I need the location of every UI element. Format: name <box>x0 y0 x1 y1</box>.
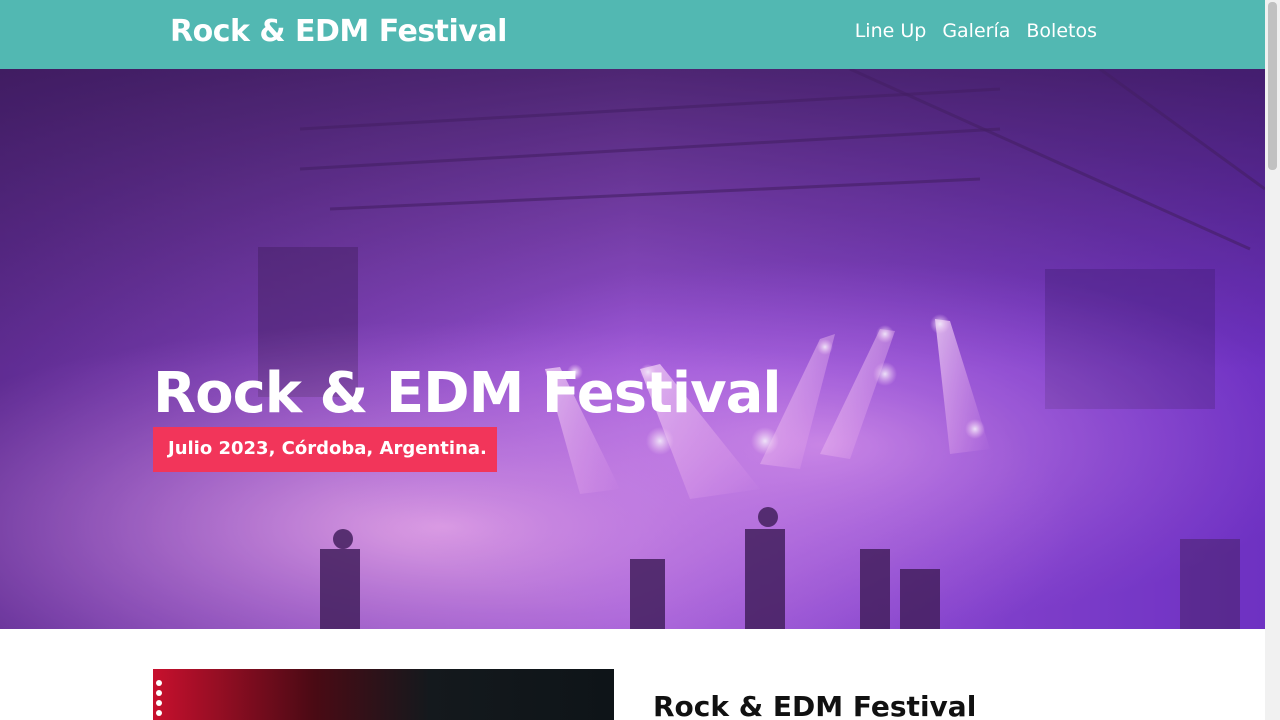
concert-photo <box>156 680 162 716</box>
hero-section: Rock & EDM Festival Julio 2023, Córdoba,… <box>0 69 1265 629</box>
hero-background-image <box>0 69 1265 629</box>
site-logo[interactable]: Rock & EDM Festival <box>170 14 507 49</box>
scrollbar-thumb[interactable] <box>1268 2 1277 170</box>
page-scrollbar[interactable] <box>1265 0 1280 720</box>
hero-date-badge: Julio 2023, Córdoba, Argentina. <box>153 427 497 472</box>
hero-title: Rock & EDM Festival <box>153 361 782 426</box>
nav-link-galeria[interactable]: Galería <box>942 20 1010 42</box>
nav-link-boletos[interactable]: Boletos <box>1026 20 1097 42</box>
site-header: Rock & EDM Festival Line Up Galería Bole… <box>0 0 1265 69</box>
section-image <box>153 669 614 720</box>
main-nav: Line Up Galería Boletos <box>855 20 1097 42</box>
nav-link-lineup[interactable]: Line Up <box>855 20 927 42</box>
page-viewport: Rock & EDM Festival Line Up Galería Bole… <box>0 0 1265 720</box>
section-heading: Rock & EDM Festival <box>653 690 977 720</box>
